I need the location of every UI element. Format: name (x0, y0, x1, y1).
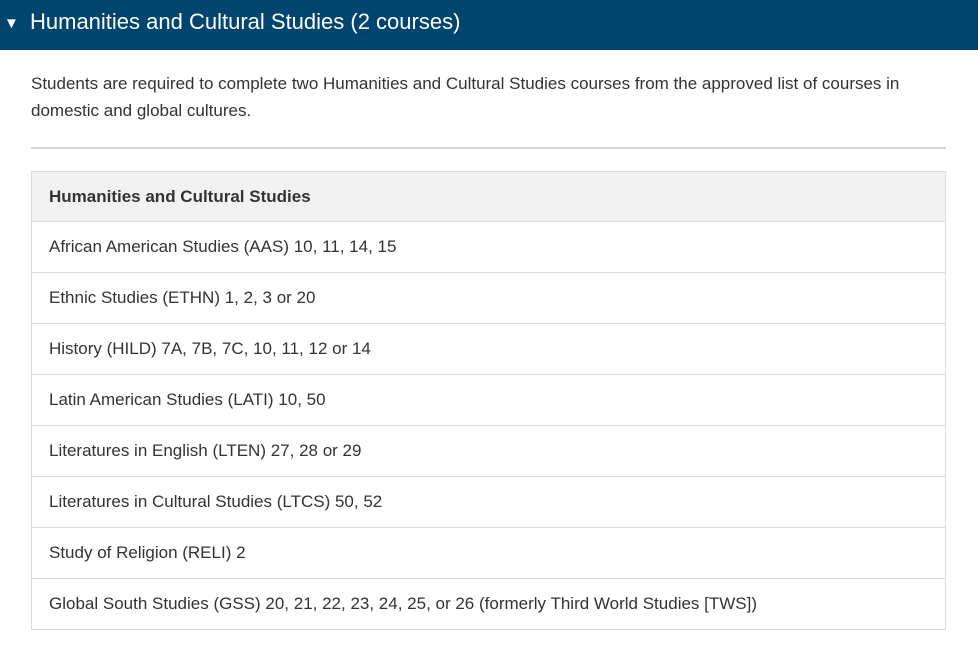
table-row: Literatures in Cultural Studies (LTCS) 5… (31, 476, 946, 528)
course-cell: African American Studies (AAS) 10, 11, 1… (31, 221, 946, 273)
course-cell: Global South Studies (GSS) 20, 21, 22, 2… (31, 578, 946, 630)
table-row: Study of Religion (RELI) 2 (31, 527, 946, 579)
table-row: Ethnic Studies (ETHN) 1, 2, 3 or 20 (31, 272, 946, 324)
table-row: Literatures in English (LTEN) 27, 28 or … (31, 425, 946, 477)
triangle-down-icon[interactable]: ▼ (4, 16, 26, 31)
section-title[interactable]: Humanities and Cultural Studies (2 cours… (30, 9, 460, 35)
divider (31, 147, 946, 149)
table-header: Humanities and Cultural Studies (31, 171, 946, 222)
course-cell: Latin American Studies (LATI) 10, 50 (31, 374, 946, 426)
courses-table: Humanities and Cultural Studies African … (31, 171, 946, 630)
table-header-row: Humanities and Cultural Studies (31, 171, 946, 222)
table-row: Latin American Studies (LATI) 10, 50 (31, 374, 946, 426)
course-cell: Study of Religion (RELI) 2 (31, 527, 946, 579)
accordion-header[interactable]: ▼ Humanities and Cultural Studies (2 cou… (0, 0, 978, 50)
course-cell: History (HILD) 7A, 7B, 7C, 10, 11, 12 or… (31, 323, 946, 375)
course-cell: Literatures in English (LTEN) 27, 28 or … (31, 425, 946, 477)
course-cell: Ethnic Studies (ETHN) 1, 2, 3 or 20 (31, 272, 946, 324)
course-cell: Literatures in Cultural Studies (LTCS) 5… (31, 476, 946, 528)
intro-text: Students are required to complete two Hu… (31, 74, 900, 120)
table-row: History (HILD) 7A, 7B, 7C, 10, 11, 12 or… (31, 323, 946, 375)
table-row: Global South Studies (GSS) 20, 21, 22, 2… (31, 578, 946, 630)
table-row: African American Studies (AAS) 10, 11, 1… (31, 221, 946, 273)
